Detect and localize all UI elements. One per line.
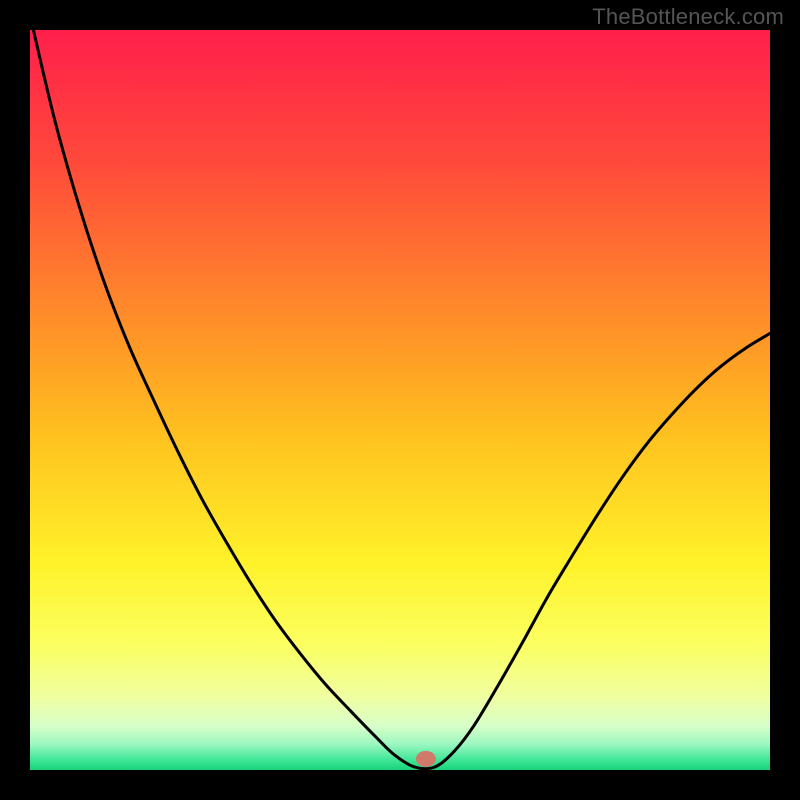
bottleneck-chart [0, 0, 800, 800]
optimum-marker [416, 751, 436, 767]
plot-area [30, 30, 770, 770]
watermark-text: TheBottleneck.com [592, 4, 784, 30]
chart-container: TheBottleneck.com [0, 0, 800, 800]
